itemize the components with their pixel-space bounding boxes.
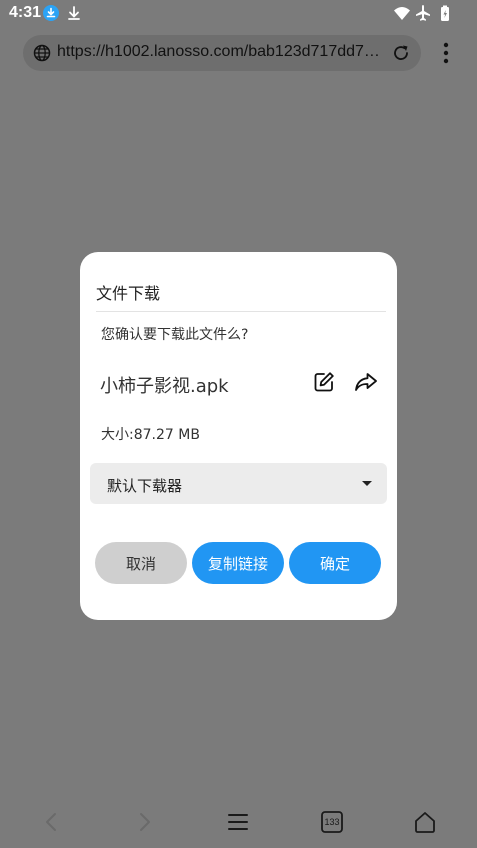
copy-link-button[interactable]: 复制链接 [192, 542, 284, 584]
reload-icon[interactable] [391, 43, 411, 63]
status-bar: 4:31 [0, 0, 477, 28]
edit-icon[interactable] [313, 371, 335, 393]
download-arrow-icon [68, 6, 80, 20]
airplane-icon [416, 5, 430, 21]
url-text[interactable]: https://h1002.lanosso.com/bab123d717dd7… [57, 43, 380, 61]
tabs-button[interactable]: 133 [320, 810, 344, 834]
download-dialog: 文件下载 您确认要下载此文件么? 小柿子影视.apk 大小:87.27 MB 默… [80, 252, 397, 620]
wifi-icon [394, 7, 410, 20]
downloader-selected-value: 默认下载器 [107, 477, 183, 495]
more-menu-icon[interactable] [438, 42, 454, 64]
address-bar[interactable]: https://h1002.lanosso.com/bab123d717dd7… [23, 35, 421, 71]
downloader-select[interactable]: 默认下载器 [90, 463, 387, 504]
status-time: 4:31 [9, 4, 42, 21]
cancel-button[interactable]: 取消 [95, 542, 187, 584]
back-icon[interactable] [40, 810, 64, 834]
download-app-icon [43, 5, 59, 21]
dropdown-arrow-icon [362, 481, 372, 486]
confirm-button[interactable]: 确定 [289, 542, 381, 584]
bottom-navigation: 133 [0, 800, 477, 848]
file-size: 大小:87.27 MB [101, 427, 200, 443]
battery-icon [441, 5, 449, 21]
forward-icon[interactable] [132, 810, 156, 834]
globe-icon [33, 44, 51, 62]
dialog-title: 文件下载 [96, 284, 161, 303]
dialog-divider [96, 311, 386, 312]
dialog-question: 您确认要下载此文件么? [101, 327, 249, 343]
share-icon[interactable] [354, 371, 378, 393]
file-name: 小柿子影视.apk [100, 376, 229, 397]
menu-icon[interactable] [226, 810, 250, 834]
tab-count: 133 [324, 817, 340, 827]
home-icon[interactable] [413, 810, 437, 834]
